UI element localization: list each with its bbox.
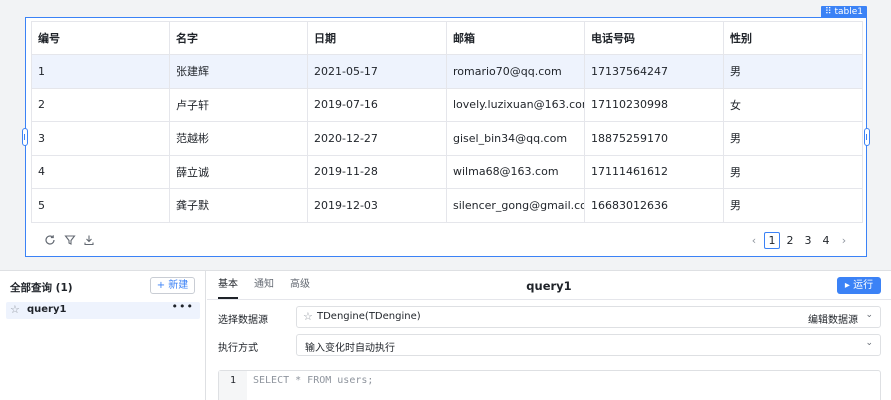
column-header[interactable]: 邮箱 bbox=[446, 21, 585, 55]
chevron-down-icon: ⌄ bbox=[865, 310, 873, 320]
table-cell: 男 bbox=[723, 121, 863, 156]
editor-tabs: 基本 通知 高级 bbox=[218, 271, 326, 299]
pagination: ‹ 1 2 3 4 › bbox=[746, 232, 852, 249]
table-cell: 2 bbox=[31, 87, 170, 122]
datasource-row: 选择数据源 ☆ TDengine(TDengine) 编辑数据源 ⌄ bbox=[218, 306, 881, 328]
page-button[interactable]: 1 bbox=[764, 232, 780, 249]
tab-basic[interactable]: 基本 bbox=[218, 271, 238, 299]
query-editor-pane: 基本 通知 高级 query1 ▸ 运行 选择数据源 ☆ TDengine(TD… bbox=[207, 271, 891, 400]
datasource-select[interactable]: ☆ TDengine(TDengine) 编辑数据源 ⌄ bbox=[296, 306, 881, 328]
table-row[interactable]: 5 龚子默 2019-12-03 silencer_gong@gmail.com… bbox=[31, 188, 863, 223]
query-panel: 全部查询 (1) + 新建 ☆ query1 ••• 基本 通知 高级 quer… bbox=[0, 270, 891, 400]
component-tag-label: table1 bbox=[834, 7, 863, 17]
query-list-item[interactable]: ☆ query1 ••• bbox=[6, 300, 200, 319]
refresh-icon[interactable] bbox=[43, 234, 57, 248]
table-cell: 女 bbox=[723, 87, 863, 122]
filter-icon[interactable] bbox=[63, 234, 77, 248]
next-page-icon[interactable]: › bbox=[836, 232, 852, 249]
table-row[interactable]: 1 张建辉 2021-05-17 romario70@qq.com 171375… bbox=[31, 54, 863, 89]
table-cell: 卢子轩 bbox=[169, 87, 308, 122]
table-cell: 2020-12-27 bbox=[307, 121, 447, 156]
run-button-label: 运行 bbox=[853, 280, 874, 291]
line-number: 1 bbox=[219, 371, 247, 400]
page-button[interactable]: 3 bbox=[800, 232, 816, 249]
table-cell: 龚子默 bbox=[169, 188, 308, 223]
table-cell: 17110230998 bbox=[584, 87, 724, 122]
table-cell: 2019-07-16 bbox=[307, 87, 447, 122]
table-cell: 2019-11-28 bbox=[307, 154, 447, 189]
table-row[interactable]: 3 范越彬 2020-12-27 gisel_bin34@qq.com 1887… bbox=[31, 121, 863, 156]
table-cell: wilma68@163.com bbox=[446, 154, 585, 189]
play-icon: ▸ bbox=[844, 280, 854, 291]
page-button[interactable]: 2 bbox=[782, 232, 798, 249]
column-header[interactable]: 电话号码 bbox=[584, 21, 724, 55]
chevron-down-icon: ⌄ bbox=[865, 338, 873, 348]
component-tag[interactable]: ⠿ table1 bbox=[821, 6, 867, 18]
table-cell: silencer_gong@gmail.com bbox=[446, 188, 585, 223]
table-cell: 18875259170 bbox=[584, 121, 724, 156]
table-cell: 男 bbox=[723, 154, 863, 189]
query-list-pane: 全部查询 (1) + 新建 ☆ query1 ••• bbox=[0, 271, 206, 400]
tab-divider bbox=[207, 299, 891, 300]
tab-notify[interactable]: 通知 bbox=[254, 271, 274, 299]
table-cell: 男 bbox=[723, 188, 863, 223]
prev-page-icon[interactable]: ‹ bbox=[746, 232, 762, 249]
table-cell: 2021-05-17 bbox=[307, 54, 447, 89]
table-cell: 3 bbox=[31, 121, 170, 156]
table-footer: ‹ 1 2 3 4 › bbox=[31, 230, 862, 254]
data-table: 编号 名字 日期 邮箱 电话号码 性别 1 张建辉 2021-05-17 rom… bbox=[31, 21, 863, 223]
table-cell: 2019-12-03 bbox=[307, 188, 447, 223]
exec-mode-row: 执行方式 输入变化时自动执行 ⌄ bbox=[218, 334, 881, 356]
table-row[interactable]: 2 卢子轩 2019-07-16 lovely.luzixuan@163.com… bbox=[31, 87, 863, 122]
column-header[interactable]: 编号 bbox=[31, 21, 170, 55]
sql-code[interactable]: SELECT * FROM users; bbox=[253, 375, 373, 386]
exec-mode-label: 执行方式 bbox=[218, 343, 258, 354]
datasource-label: 选择数据源 bbox=[218, 315, 268, 326]
table-cell: 1 bbox=[31, 54, 170, 89]
more-icon[interactable]: ••• bbox=[172, 300, 194, 313]
resize-handle-right[interactable] bbox=[864, 128, 870, 146]
resize-handle-left[interactable] bbox=[22, 128, 28, 146]
table-cell: 16683012636 bbox=[584, 188, 724, 223]
canvas-area: ⠿ table1 编号 名字 日期 邮箱 电话号码 性别 1 张建辉 2021-… bbox=[0, 0, 891, 270]
table-cell: 薛立诚 bbox=[169, 154, 308, 189]
table-cell: 张建辉 bbox=[169, 54, 308, 89]
tab-advanced[interactable]: 高级 bbox=[290, 271, 310, 299]
new-query-button[interactable]: + 新建 bbox=[150, 277, 195, 294]
page-button[interactable]: 4 bbox=[818, 232, 834, 249]
query-list-title: 全部查询 (1) bbox=[10, 282, 73, 294]
table-cell: 17111461612 bbox=[584, 154, 724, 189]
table-cell: romario70@qq.com bbox=[446, 54, 585, 89]
edit-datasource-button[interactable]: 编辑数据源 bbox=[808, 311, 858, 326]
table-cell: 范越彬 bbox=[169, 121, 308, 156]
table-row[interactable]: 4 薛立诚 2019-11-28 wilma68@163.com 1711146… bbox=[31, 154, 863, 189]
exec-mode-select[interactable]: 输入变化时自动执行 ⌄ bbox=[296, 334, 881, 356]
run-button[interactable]: ▸ 运行 bbox=[837, 277, 881, 294]
star-icon[interactable]: ☆ bbox=[10, 303, 20, 316]
sql-editor[interactable]: 1 SELECT * FROM users; bbox=[218, 370, 881, 400]
table-cell: 4 bbox=[31, 154, 170, 189]
download-icon[interactable] bbox=[82, 234, 96, 248]
column-header[interactable]: 日期 bbox=[307, 21, 447, 55]
datasource-value: TDengine(TDengine) bbox=[317, 311, 421, 322]
table-cell: lovely.luzixuan@163.com bbox=[446, 87, 585, 122]
table-cell: 男 bbox=[723, 54, 863, 89]
datasource-icon: ☆ bbox=[303, 310, 313, 323]
exec-mode-value: 输入变化时自动执行 bbox=[305, 343, 395, 354]
column-header[interactable]: 性别 bbox=[723, 21, 863, 55]
table-component[interactable]: ⠿ table1 编号 名字 日期 邮箱 电话号码 性别 1 张建辉 2021-… bbox=[22, 6, 870, 257]
table-cell: 17137564247 bbox=[584, 54, 724, 89]
table-cell: 5 bbox=[31, 188, 170, 223]
column-header[interactable]: 名字 bbox=[169, 21, 308, 55]
query-item-name: query1 bbox=[27, 304, 67, 315]
table-cell: gisel_bin34@qq.com bbox=[446, 121, 585, 156]
table-header-row: 编号 名字 日期 邮箱 电话号码 性别 bbox=[31, 21, 863, 55]
